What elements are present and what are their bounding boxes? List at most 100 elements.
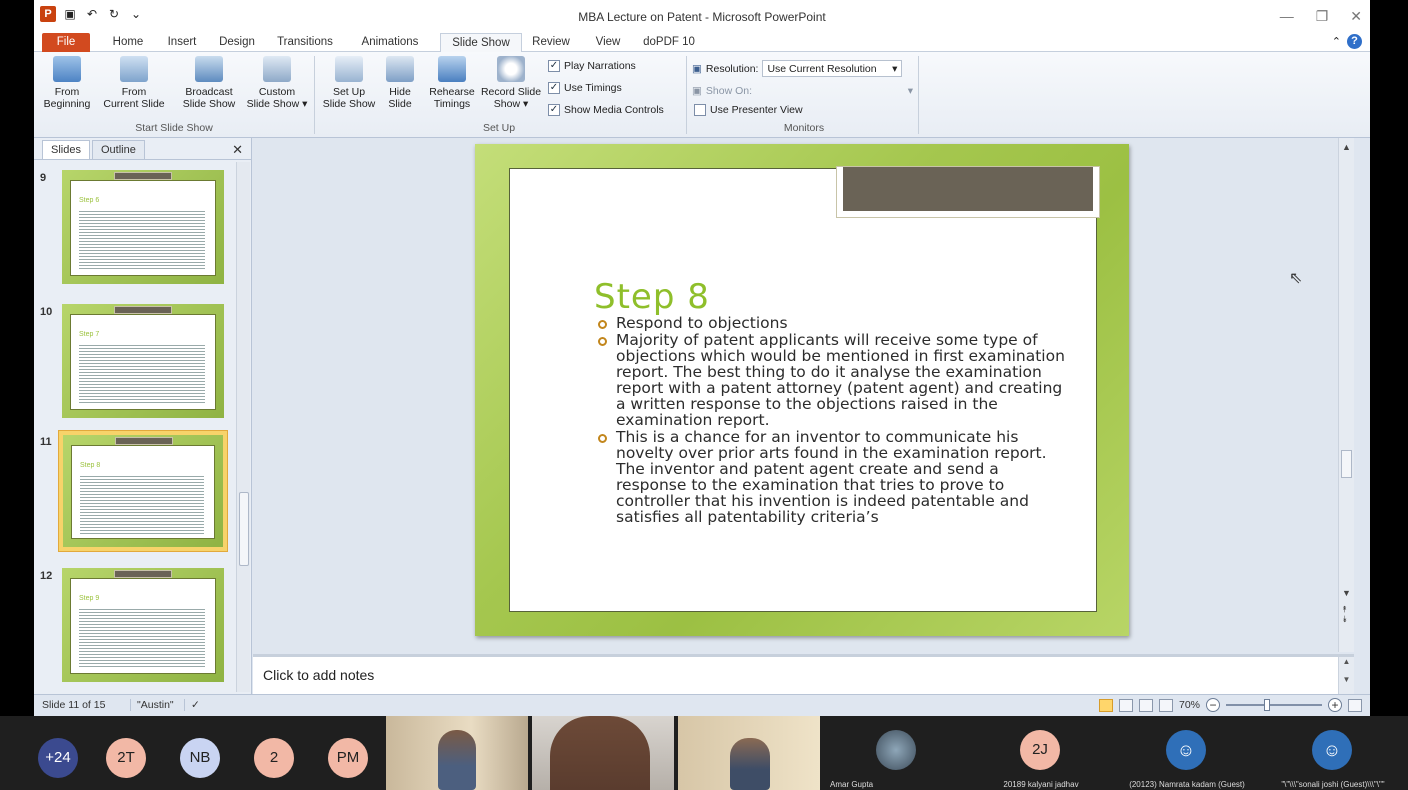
slide-number: 9 xyxy=(40,172,47,184)
tab-dopdf[interactable]: doPDF 10 xyxy=(640,33,698,52)
slides-pane-scrollbar[interactable] xyxy=(236,162,250,692)
tab-animations[interactable]: Animations xyxy=(352,33,428,52)
set-up-slide-show-button[interactable]: Set Up Slide Show xyxy=(318,56,380,110)
tab-transitions[interactable]: Transitions xyxy=(268,33,342,52)
use-presenter-view-checkbox[interactable]: Use Presenter View xyxy=(694,104,803,116)
scroll-down-icon[interactable]: ▼ xyxy=(1342,588,1351,598)
participant-avatar[interactable]: 2 xyxy=(254,738,294,778)
notes-scrollbar[interactable]: ▲ ▼ xyxy=(1338,657,1354,694)
resolution-control: ▣ Resolution: Use Current Resolution ▾ xyxy=(692,60,903,77)
show-media-controls-checkbox[interactable]: ✓ Show Media Controls xyxy=(548,104,664,116)
slide-number: 12 xyxy=(40,570,53,582)
mouse-cursor-icon: ⇖ xyxy=(1289,270,1303,287)
guest-user-icon: ☺ xyxy=(1166,730,1206,770)
slide-thumbnail-9[interactable]: Step 6 xyxy=(58,166,228,288)
tab-view[interactable]: View xyxy=(588,33,628,52)
slide-sorter-view-icon[interactable] xyxy=(1118,698,1133,712)
slide-thumbnail-11[interactable]: Step 8 xyxy=(58,430,228,552)
from-current-slide-button[interactable]: From Current Slide xyxy=(100,56,168,110)
notes-pane[interactable]: Click to add notes ▲ ▼ xyxy=(253,654,1354,694)
minimize-icon[interactable]: — xyxy=(1280,8,1294,25)
participant-video-tile[interactable] xyxy=(678,716,820,790)
participant-avatar[interactable]: NB xyxy=(180,738,220,778)
spellcheck-icon[interactable]: ✓ xyxy=(184,699,200,711)
scrollbar-thumb[interactable] xyxy=(239,492,249,566)
guest-user-icon: ☺ xyxy=(1312,730,1352,770)
notes-placeholder[interactable]: Click to add notes xyxy=(263,667,374,683)
page-navigation-icon[interactable]: ⯭ ⯯ xyxy=(1342,604,1347,624)
zoom-out-icon[interactable]: − xyxy=(1206,698,1220,712)
current-slide[interactable]: Step 8 Respond to objections Majority of… xyxy=(475,144,1129,636)
group-label-start: Start Slide Show xyxy=(135,122,213,134)
broadcast-slide-show-button[interactable]: Broadcast Slide Show xyxy=(174,56,244,110)
slideshow-view-icon[interactable] xyxy=(1158,698,1173,712)
participant-avatar[interactable]: PM xyxy=(328,738,368,778)
slide-title[interactable]: Step 8 xyxy=(594,277,710,317)
tab-file[interactable]: File xyxy=(42,33,90,52)
from-beginning-button[interactable]: From Beginning xyxy=(36,56,98,110)
hide-slide-button[interactable]: Hide Slide xyxy=(380,56,420,110)
dropdown-arrow-icon: ▾ xyxy=(907,85,914,97)
checkbox-checked-icon: ✓ xyxy=(548,60,560,72)
custom-show-icon xyxy=(263,56,291,82)
pane-tabs: Slides Outline xyxy=(34,138,252,160)
restore-icon[interactable]: ❐ xyxy=(1316,8,1329,25)
help-icon[interactable]: ? xyxy=(1347,34,1362,49)
theme-name[interactable]: "Austin" xyxy=(130,699,174,711)
zoom-slider-handle[interactable] xyxy=(1264,699,1270,711)
zoom-level[interactable]: 70% xyxy=(1179,699,1200,711)
hide-slide-icon xyxy=(386,56,414,82)
bullet-item: Majority of patent applicants will recei… xyxy=(598,332,1068,428)
tab-slide-show[interactable]: Slide Show xyxy=(440,33,522,53)
reading-view-icon[interactable] xyxy=(1138,698,1153,712)
play-narrations-checkbox[interactable]: ✓ Play Narrations xyxy=(548,60,636,72)
fit-to-window-icon[interactable] xyxy=(1348,698,1362,712)
ribbon-tabs: File Home Insert Design Transitions Anim… xyxy=(34,32,1370,53)
bullet-item: This is a chance for an inventor to comm… xyxy=(598,429,1068,525)
slides-pane: Slides Outline ✕ 9 Step 6 10 Step 7 11 S… xyxy=(34,138,252,694)
participant-tile-kalyani-jadhav[interactable]: 2J 20189 kalyani jadhav xyxy=(970,716,1112,790)
rehearse-icon xyxy=(438,56,466,82)
tab-outline[interactable]: Outline xyxy=(91,140,145,159)
resolution-select[interactable]: Use Current Resolution ▾ xyxy=(762,60,903,77)
tab-home[interactable]: Home xyxy=(106,33,150,52)
participant-avatar[interactable]: +24 xyxy=(38,738,78,778)
record-slide-show-button[interactable]: Record Slide Show ▾ xyxy=(478,56,544,110)
custom-slide-show-button[interactable]: Custom Slide Show ▾ xyxy=(244,56,310,110)
normal-view-icon[interactable] xyxy=(1098,698,1113,712)
slide-thumbnail-12[interactable]: Step 9 xyxy=(58,564,228,686)
participant-video-figure xyxy=(550,716,650,790)
participant-tile-namrata-kadam[interactable]: ☺ (20123) Namrata kadam (Guest) xyxy=(1116,716,1258,790)
show-on-select[interactable]: ▾ xyxy=(778,82,918,99)
scrollbar-thumb[interactable] xyxy=(1341,450,1352,478)
close-pane-icon[interactable]: ✕ xyxy=(232,142,243,158)
status-bar: Slide 11 of 15 "Austin" ✓ 70% − + xyxy=(34,694,1370,716)
zoom-slider[interactable] xyxy=(1226,699,1322,711)
rehearse-timings-button[interactable]: Rehearse Timings xyxy=(426,56,478,110)
participant-tile-sonali-joshi[interactable]: ☺ "\"\\\"sonali joshi (Guest)\\\"\"" xyxy=(1262,716,1404,790)
participant-video-tile[interactable] xyxy=(386,716,528,790)
participant-name: "\"\\\"sonali joshi (Guest)\\\"\"" xyxy=(1281,780,1385,789)
participant-tile-amar-gupta[interactable]: Amar Gupta xyxy=(824,716,966,790)
minimize-ribbon-icon[interactable]: ⌃ xyxy=(1332,35,1341,48)
checkbox-checked-icon: ✓ xyxy=(548,82,560,94)
participant-video-figure xyxy=(438,730,476,790)
tab-slides[interactable]: Slides xyxy=(42,140,90,159)
tab-review[interactable]: Review xyxy=(528,33,574,52)
zoom-in-icon[interactable]: + xyxy=(1328,698,1342,712)
slide-scrollbar[interactable]: ▲ ▼ ⯭ ⯯ xyxy=(1338,138,1354,652)
slide-thumbnail-10[interactable]: Step 7 xyxy=(58,300,228,422)
use-timings-checkbox[interactable]: ✓ Use Timings xyxy=(548,82,622,94)
close-icon[interactable]: ✕ xyxy=(1350,8,1362,25)
slide-bullets[interactable]: Respond to objections Majority of patent… xyxy=(598,315,1068,526)
participant-video-tile[interactable] xyxy=(532,716,674,790)
ribbon: From Beginning From Current Slide Broadcas… xyxy=(34,52,1370,138)
scroll-up-icon[interactable]: ▲ xyxy=(1342,142,1351,152)
participant-avatar[interactable]: 2T xyxy=(106,738,146,778)
slideshow-play-icon xyxy=(53,56,81,82)
window-title: MBA Lecture on Patent - Microsoft PowerP… xyxy=(578,10,826,24)
tab-design[interactable]: Design xyxy=(214,33,260,52)
participant-name: Amar Gupta xyxy=(830,780,874,789)
checkbox-checked-icon: ✓ xyxy=(548,104,560,116)
tab-insert[interactable]: Insert xyxy=(160,33,204,52)
